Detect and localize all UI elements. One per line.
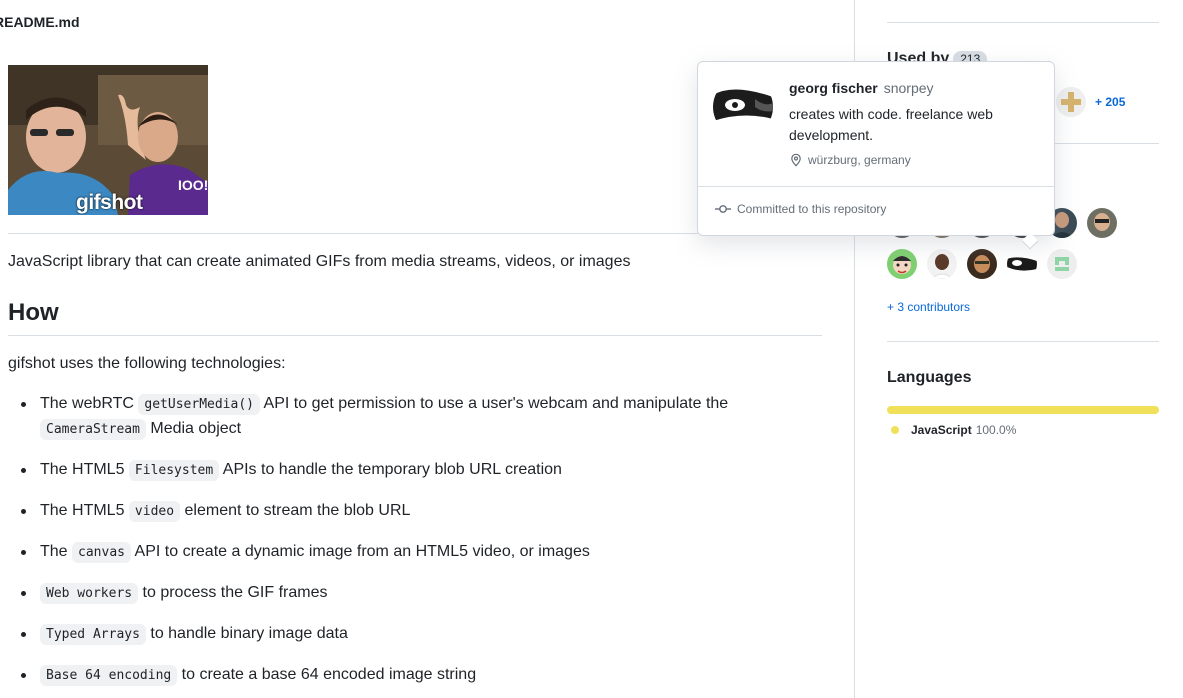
javascript-color-dot — [891, 426, 899, 434]
list-item: Web workers to process the GIF frames — [21, 581, 820, 606]
hovercard-separator — [698, 186, 1054, 187]
used-by-more-link[interactable]: + 205 — [1095, 95, 1125, 109]
how-divider — [8, 335, 822, 336]
inline-code: canvas — [72, 542, 131, 563]
inline-code: Typed Arrays — [40, 624, 146, 645]
inline-code: Base 64 encoding — [40, 665, 178, 686]
inline-code: Filesystem — [128, 460, 220, 481]
inline-code: Web workers — [40, 583, 139, 604]
hovercard-location: würzburg, germany — [789, 153, 911, 167]
list-item: Base 64 encoding to create a base 64 enc… — [21, 663, 820, 688]
repo-description: JavaScript library that can create anima… — [8, 253, 631, 270]
contributor-avatar[interactable] — [1007, 249, 1037, 279]
language-percent: 100.0% — [975, 423, 1017, 437]
contributor-avatar[interactable] — [927, 249, 957, 279]
contributor-avatar[interactable] — [967, 249, 997, 279]
hovercard-name[interactable]: georg fischer snorpey — [789, 80, 934, 96]
inline-code: CameraStream — [40, 419, 146, 440]
language-item-javascript[interactable]: JavaScript 100.0% — [891, 423, 1016, 437]
contributor-avatar[interactable] — [887, 249, 917, 279]
list-item: The HTML5 Filesystem APIs to handle the … — [21, 458, 820, 483]
contributor-avatar[interactable] — [1087, 208, 1117, 238]
readme-filename[interactable]: README.md — [0, 14, 80, 30]
technology-list: The webRTC getUserMedia() API to get per… — [21, 392, 820, 698]
language-name: JavaScript — [911, 423, 972, 437]
inline-code: video — [128, 501, 181, 522]
languages-heading: Languages — [887, 369, 972, 386]
hero-shirt-text: IOO! — [178, 177, 208, 193]
language-bar — [887, 406, 1159, 414]
location-icon — [791, 153, 801, 167]
sidebar-divider-top — [887, 22, 1159, 23]
hovercard-bio: creates with code. freelance web develop… — [789, 106, 993, 143]
tech-intro: gifshot uses the following technologies: — [8, 355, 286, 372]
user-hovercard: georg fischer snorpey creates with code. … — [697, 61, 1055, 250]
user-avatar-image — [713, 77, 773, 137]
hovercard-footer: Committed to this repository — [715, 202, 886, 216]
hero-caption: gifshot — [76, 191, 143, 214]
contributor-avatar[interactable] — [1047, 249, 1077, 279]
used-by-avatar[interactable] — [1056, 87, 1086, 117]
readme-hero-image: IOO! gifshot — [8, 65, 208, 215]
list-item: The canvas API to create a dynamic image… — [21, 540, 820, 565]
commit-icon — [715, 205, 731, 213]
sidebar-divider-languages — [887, 341, 1159, 342]
hovercard-avatar[interactable] — [713, 77, 773, 137]
list-item: The webRTC getUserMedia() API to get per… — [21, 392, 760, 442]
more-contributors-link[interactable]: + 3 contributors — [887, 300, 970, 314]
inline-code: getUserMedia() — [138, 394, 260, 415]
hovercard-login[interactable]: snorpey — [884, 80, 934, 96]
how-heading: How — [8, 299, 59, 326]
contributors-row-2 — [887, 249, 1077, 279]
list-item: The HTML5 video element to stream the bl… — [21, 499, 820, 524]
list-item: Typed Arrays to handle binary image data — [21, 622, 820, 647]
hovercard-caret — [1021, 232, 1039, 250]
identicon-icon — [1056, 87, 1086, 117]
